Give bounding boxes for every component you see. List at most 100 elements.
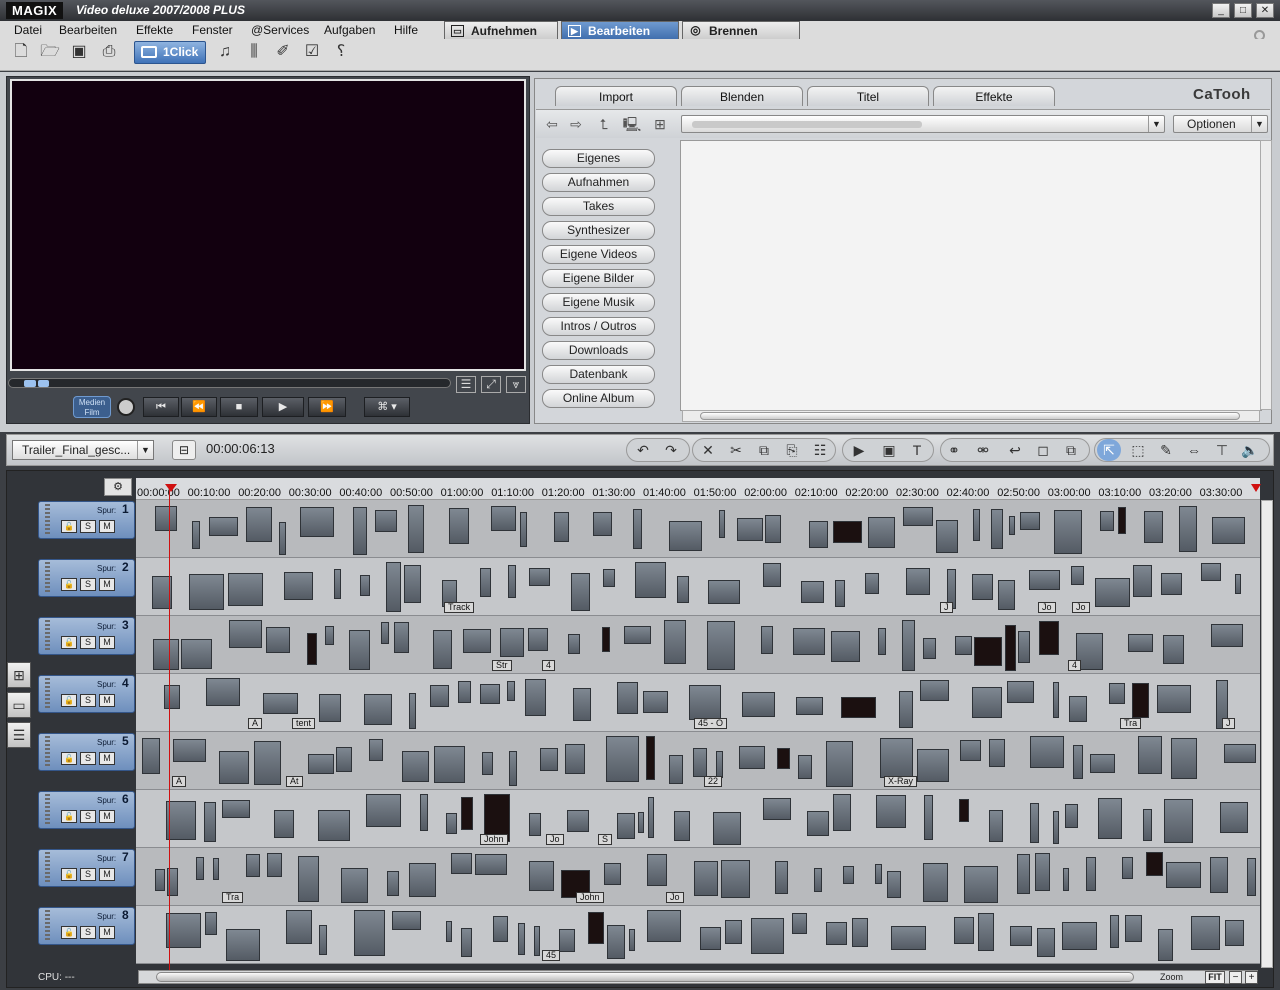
audio-clip[interactable] [409, 863, 436, 897]
lock-icon[interactable]: 🔓 [61, 926, 77, 939]
solo-button[interactable]: S [80, 868, 96, 881]
audio-clip[interactable] [173, 739, 206, 762]
audio-clip[interactable] [638, 812, 644, 833]
audio-clip[interactable] [1171, 738, 1197, 779]
audio-clip[interactable] [700, 927, 721, 950]
link-icon[interactable]: ⚭ [942, 439, 966, 461]
optionen-button[interactable]: Optionen ▼ [1173, 115, 1268, 133]
audio-clip[interactable] [936, 520, 958, 553]
audio-clip[interactable] [1037, 928, 1055, 957]
audio-clip[interactable] [246, 507, 272, 542]
video-clip[interactable] [1005, 625, 1016, 671]
audio-clip[interactable] [463, 629, 491, 653]
audio-clip[interactable] [814, 868, 822, 892]
track-header[interactable]: Spur: 2 🔓 S M [38, 559, 135, 597]
playhead[interactable] [169, 486, 170, 970]
solo-button[interactable]: S [80, 810, 96, 823]
catooh-logo[interactable]: CaTooh [1193, 86, 1263, 104]
audio-clip[interactable] [1095, 578, 1130, 607]
audio-clip[interactable] [387, 871, 399, 896]
clip-label[interactable]: 45 [542, 950, 561, 961]
video-clip[interactable] [833, 521, 862, 543]
print-icon[interactable]: ⎙ [98, 41, 120, 63]
audio-clip[interactable] [1144, 511, 1163, 543]
source-eigene-videos[interactable]: Eigene Videos [542, 245, 655, 264]
audio-clip[interactable] [226, 929, 260, 961]
return-icon[interactable]: ↩ [1003, 439, 1027, 461]
audio-clip[interactable] [1211, 624, 1243, 647]
delete-icon[interactable]: ✕ [696, 439, 720, 461]
audio-clip[interactable] [451, 853, 472, 874]
audio-clip[interactable] [708, 580, 740, 604]
stack-icon[interactable]: ☷ [808, 439, 832, 461]
audio-clip[interactable] [409, 693, 416, 729]
audio-clip[interactable] [955, 636, 972, 655]
audio-clip[interactable] [876, 795, 906, 828]
audio-clip[interactable] [1161, 573, 1182, 595]
fullscreen-icon[interactable]: ⤢ [481, 376, 501, 393]
path-combobox[interactable]: ▼ [681, 115, 1165, 133]
audio-clip[interactable] [713, 812, 741, 845]
pointer-mode-icon[interactable]: ⇱ [1097, 439, 1121, 461]
open-folder-icon[interactable]: 🗁 [39, 41, 61, 63]
audio-clip[interactable] [164, 685, 180, 709]
audio-clip[interactable] [1110, 915, 1119, 948]
audio-clip[interactable] [831, 631, 860, 662]
stretch-mode-icon[interactable]: ⇔ [1182, 439, 1206, 461]
clip-label[interactable]: X-Ray [884, 776, 918, 787]
project-combobox[interactable]: Trailer_Final_gesc... ▼ [12, 440, 154, 460]
audio-clip[interactable] [1235, 574, 1241, 594]
clip-label[interactable]: Jo [1072, 602, 1090, 613]
audio-clip[interactable] [964, 866, 998, 903]
audio-clip[interactable] [507, 681, 515, 701]
tab-import[interactable]: Import [555, 86, 677, 106]
mute-button[interactable]: M [99, 520, 115, 533]
audio-clip[interactable] [1100, 511, 1114, 531]
audio-clip[interactable] [246, 854, 260, 877]
audio-clip[interactable] [664, 620, 686, 664]
source-downloads[interactable]: Downloads [542, 341, 655, 360]
fast-forward-button[interactable]: ⏩ [308, 397, 346, 417]
marker-icon[interactable]: ◻ [1031, 439, 1055, 461]
clip-label[interactable]: John [480, 834, 508, 845]
audio-clip[interactable] [604, 863, 621, 885]
audio-clip[interactable] [525, 679, 546, 716]
audio-clip[interactable] [404, 565, 421, 603]
play-button[interactable]: ▶ [262, 397, 304, 417]
audio-clip[interactable] [366, 794, 401, 827]
title-icon[interactable]: T [905, 439, 929, 461]
audio-clip[interactable] [593, 512, 612, 536]
audio-clip[interactable] [286, 910, 312, 944]
audio-clip[interactable] [392, 911, 421, 930]
audio-clip[interactable] [308, 754, 334, 774]
solo-button[interactable]: S [80, 578, 96, 591]
oneclick-button[interactable]: 1Click [134, 41, 206, 64]
mute-button[interactable]: M [99, 752, 115, 765]
audio-clip[interactable] [633, 509, 642, 549]
audio-clip[interactable] [142, 738, 160, 774]
redo-icon[interactable]: ↷ [659, 439, 683, 461]
track-grip[interactable] [45, 504, 50, 534]
track-grip[interactable] [45, 678, 50, 708]
clip-label[interactable]: tent [292, 718, 316, 729]
mute-button[interactable]: M [99, 868, 115, 881]
clip-label[interactable]: 4 [1068, 660, 1082, 671]
audio-clip[interactable] [1029, 570, 1060, 590]
lock-icon[interactable]: 🔓 [61, 636, 77, 649]
video-clip[interactable] [959, 799, 969, 822]
clip-label[interactable]: Tra [1120, 718, 1142, 729]
file-list-vscrollbar[interactable] [1260, 140, 1272, 410]
audio-clip[interactable] [751, 918, 784, 954]
audio-clip[interactable] [229, 620, 262, 648]
audio-clip[interactable] [761, 626, 773, 654]
audio-clip[interactable] [1157, 685, 1191, 713]
fit-button[interactable]: FIT [1205, 971, 1225, 984]
audio-clip[interactable] [880, 738, 913, 778]
file-list[interactable] [680, 140, 1262, 411]
track-lane[interactable] [136, 790, 1260, 848]
audio-clip[interactable] [571, 573, 590, 611]
audio-clip[interactable] [1054, 510, 1082, 554]
audio-clip[interactable] [567, 810, 589, 832]
lock-icon[interactable]: 🔓 [61, 810, 77, 823]
record-button[interactable] [117, 398, 135, 416]
